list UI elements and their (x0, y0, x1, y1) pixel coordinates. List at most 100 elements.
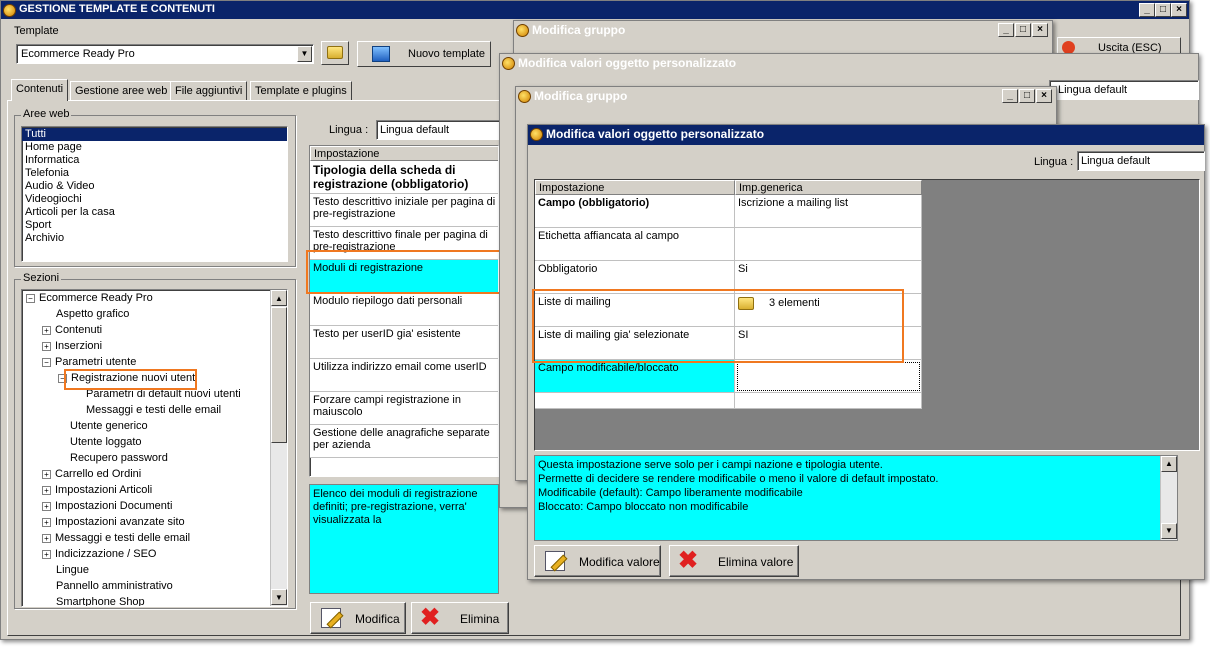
list-item[interactable]: Sport (22, 219, 287, 232)
tree-item[interactable]: − Ecommerce Ready Pro (22, 290, 287, 306)
table-row[interactable]: Testo per userID gia' esistente (310, 326, 498, 359)
tab-file-aggiuntivi[interactable]: File aggiuntivi (170, 81, 248, 101)
table-row[interactable]: Etichetta affiancata al campo (535, 228, 735, 261)
tree-item[interactable]: + Carrello ed Ordini (22, 466, 287, 482)
expand-icon[interactable]: + (42, 517, 51, 527)
lingua-label: Lingua : (329, 124, 369, 136)
close-button[interactable]: × (1036, 89, 1052, 103)
tree-item-label: Recupero password (70, 452, 168, 464)
table-row[interactable]: Campo modificabile/bloccato (535, 360, 735, 393)
tree-item[interactable]: Smartphone Shop (22, 594, 287, 606)
tree-item-label: Carrello ed Ordini (55, 468, 142, 480)
scroll-down-icon[interactable]: ▼ (1161, 523, 1177, 539)
list-item[interactable]: Articoli per la casa (22, 206, 287, 219)
expand-icon[interactable]: + (42, 469, 51, 479)
close-button[interactable]: × (1171, 3, 1187, 17)
tab-gestione-aree-web[interactable]: Gestione aree web (70, 81, 173, 101)
list-item[interactable]: Telefonia (22, 167, 287, 180)
list-item[interactable]: Videogiochi (22, 193, 287, 206)
list-item[interactable]: Informatica (22, 154, 287, 167)
tree-item[interactable]: + Indicizzazione / SEO (22, 546, 287, 562)
lingua-select[interactable]: Lingua default (376, 120, 501, 140)
template-select[interactable]: Ecommerce Ready Pro ▼ (16, 44, 314, 64)
list-item[interactable]: Home page (22, 141, 287, 154)
scroll-up-icon[interactable]: ▲ (271, 290, 287, 306)
tree-item[interactable]: + Inserzioni (22, 338, 287, 354)
scroll-down-icon[interactable]: ▼ (271, 589, 287, 605)
expand-icon[interactable]: + (42, 485, 51, 495)
minimize-button[interactable]: _ (998, 23, 1014, 37)
info-scrollbar[interactable]: ▲ ▼ (1160, 456, 1177, 540)
main-titlebar: GESTIONE TEMPLATE E CONTENUTI (1, 1, 1189, 19)
tab-template-e-plugins[interactable]: Template e plugins (250, 81, 352, 101)
collapse-icon[interactable]: − (26, 293, 35, 303)
maximize-button[interactable]: □ (1019, 89, 1035, 103)
tree-item[interactable]: Messaggi e testi delle email (22, 402, 287, 418)
scroll-thumb[interactable] (271, 307, 287, 443)
delete-button[interactable]: ✖ Elimina (411, 602, 509, 634)
minimize-button[interactable]: _ (1139, 3, 1155, 17)
expand-icon[interactable]: + (42, 341, 51, 351)
table-row[interactable]: Campo (obbligatorio) (535, 195, 735, 228)
aree-web-list[interactable]: Tutti Home page Informatica Telefonia Au… (21, 126, 288, 262)
table-row[interactable]: Gestione delle anagrafiche separate per … (310, 425, 498, 458)
w3-title: Modifica gruppo (534, 89, 628, 103)
list-item[interactable]: Archivio (22, 232, 287, 245)
tree-item[interactable]: Pannello amministrativo (22, 578, 287, 594)
pencil-icon (545, 551, 565, 571)
delete-value-button[interactable]: ✖ Elimina valore (669, 545, 799, 577)
table-cell[interactable]: Iscrizione a mailing list (735, 195, 922, 228)
modify-value-button[interactable]: Modifica valore (534, 545, 661, 577)
tree-item[interactable]: Utente generico (22, 418, 287, 434)
folder-button[interactable] (321, 41, 349, 65)
w2-lingua-select[interactable]: Lingua default (1049, 80, 1199, 100)
table-cell[interactable] (735, 228, 922, 261)
tab-gestione-aree-web-label: Gestione aree web (75, 85, 168, 97)
tree-item[interactable]: + Impostazioni Articoli (22, 482, 287, 498)
tree-item[interactable]: + Impostazioni Documenti (22, 498, 287, 514)
sezioni-tree[interactable]: − Ecommerce Ready Pro Aspetto grafico + Co… (21, 289, 288, 607)
tree-item[interactable]: Recupero password (22, 450, 287, 466)
maximize-button[interactable]: □ (1155, 3, 1171, 17)
info-line: Modificabile (default): Campo liberament… (538, 487, 803, 499)
tree-item-label: Contenuti (55, 324, 103, 336)
table-cell[interactable] (735, 360, 922, 393)
list-item[interactable]: Tutti (22, 128, 287, 141)
new-template-icon (372, 46, 390, 62)
table-row[interactable]: Tipologia della scheda di registrazione … (310, 161, 498, 194)
tree-item[interactable]: Aspetto grafico (22, 306, 287, 322)
app-icon (3, 4, 16, 17)
dropdown-arrow-icon[interactable]: ▼ (297, 46, 312, 62)
modify-button[interactable]: Modifica (310, 602, 406, 634)
tree-scrollbar[interactable]: ▲ ▼ (270, 290, 287, 606)
info-box: Questa impostazione serve solo per i cam… (534, 455, 1178, 541)
column-header-impostazione: Impostazione (535, 180, 735, 195)
tab-contenuti[interactable]: Contenuti (11, 79, 69, 101)
tree-item[interactable]: + Contenuti (22, 322, 287, 338)
expand-icon[interactable]: + (42, 549, 51, 559)
expand-icon[interactable]: + (42, 325, 51, 335)
table-row[interactable]: Forzare campi registrazione in maiuscolo (310, 392, 498, 425)
new-template-label: Nuovo template (408, 48, 486, 60)
w4-lingua-select[interactable]: Lingua default (1077, 151, 1205, 171)
expand-icon[interactable]: + (42, 533, 51, 543)
description-text: Elenco dei moduli di registrazione defin… (313, 488, 478, 526)
minimize-button[interactable]: _ (1002, 89, 1018, 103)
tree-item[interactable]: + Messaggi e testi delle email (22, 530, 287, 546)
close-button[interactable]: × (1032, 23, 1048, 37)
list-item[interactable]: Audio & Video (22, 180, 287, 193)
table-row[interactable]: Modulo riepilogo dati personali (310, 293, 498, 326)
modify-label: Modifica (355, 612, 400, 626)
w4-title: Modifica valori oggetto personalizzato (546, 127, 765, 141)
table-row[interactable]: Utilizza indirizzo email come userID (310, 359, 498, 392)
collapse-icon[interactable]: − (42, 357, 51, 367)
tree-item[interactable]: − Parametri utente (22, 354, 287, 370)
maximize-button[interactable]: □ (1015, 23, 1031, 37)
tree-item[interactable]: Utente loggato (22, 434, 287, 450)
tree-item[interactable]: + Impostazioni avanzate sito (22, 514, 287, 530)
table-row[interactable]: Testo descrittivo iniziale per pagina di… (310, 194, 498, 227)
tree-item[interactable]: Lingue (22, 562, 287, 578)
new-template-button[interactable]: Nuovo template (357, 41, 491, 67)
scroll-up-icon[interactable]: ▲ (1161, 456, 1177, 472)
expand-icon[interactable]: + (42, 501, 51, 511)
